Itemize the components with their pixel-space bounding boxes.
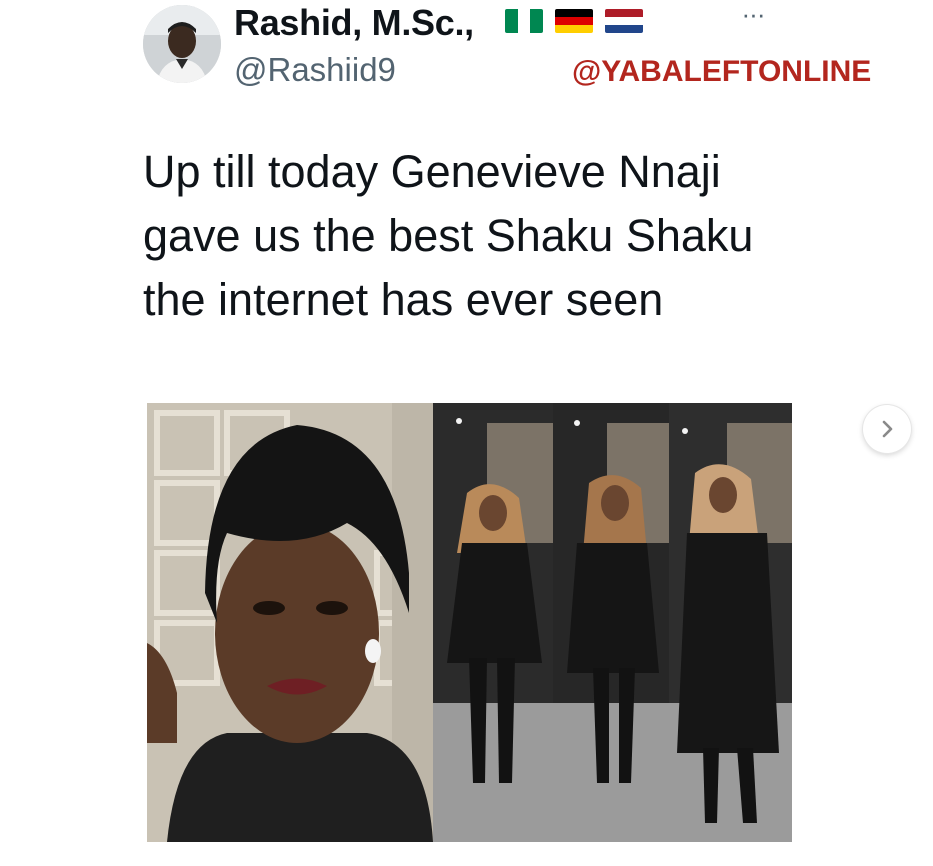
next-image-button[interactable] (863, 405, 911, 453)
tweet-card: Rashid, M.Sc., @Rashiid9 ··· @YABALEFTON… (0, 0, 933, 866)
author-name[interactable]: Rashid, M.Sc., (234, 2, 474, 44)
nigeria-flag-icon (505, 9, 543, 33)
tweet-media-image[interactable] (147, 403, 792, 842)
media-collage (147, 403, 792, 842)
avatar[interactable] (143, 5, 221, 83)
netherlands-flag-icon (605, 9, 643, 33)
avatar-image (143, 5, 221, 83)
tweet-text: Up till today Genevieve Nnaji gave us th… (143, 146, 754, 325)
germany-flag-icon (555, 9, 593, 33)
flag-emojis (505, 9, 643, 33)
author-handle[interactable]: @Rashiid9 (234, 51, 396, 89)
more-options-icon[interactable]: ··· (738, 1, 768, 27)
watermark: @YABALEFTONLINE (572, 55, 872, 88)
chevron-right-icon (882, 420, 893, 438)
